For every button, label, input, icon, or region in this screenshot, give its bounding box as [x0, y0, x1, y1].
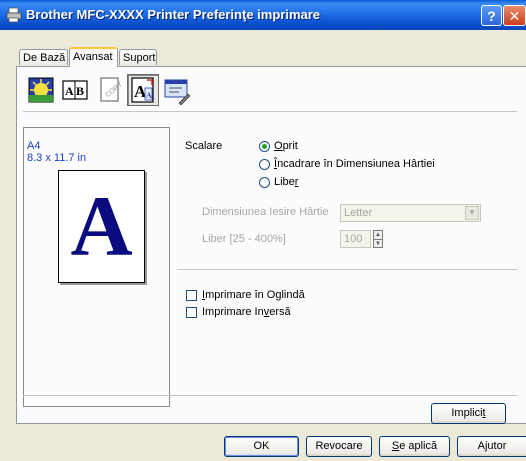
tab-avansat[interactable]: Avansat	[69, 47, 118, 67]
free-scale-input[interactable]: 100	[340, 230, 371, 248]
toolbar-divider	[23, 111, 517, 112]
spin-down-icon[interactable]: ▼	[374, 240, 382, 248]
radio-liber-label[interactable]: Liber	[274, 176, 298, 188]
reverse-print-label[interactable]: Imprimare Inversă	[202, 306, 291, 318]
implicit-button[interactable]: Implicit	[431, 403, 506, 424]
free-scale-label: Liber [25 - 400%]	[202, 233, 286, 245]
radio-liber[interactable]	[259, 177, 270, 188]
apply-button[interactable]: Se aplică	[379, 436, 450, 457]
mirror-print-checkbox[interactable]	[186, 290, 197, 301]
printer-app-icon	[6, 7, 22, 23]
mirror-print-label[interactable]: Imprimare în Oglindă	[202, 289, 305, 301]
spin-up-icon[interactable]: ▲	[374, 231, 382, 240]
sample-letter: A	[70, 178, 133, 274]
radio-oprit[interactable]	[259, 141, 270, 152]
free-scale-value: 100	[344, 233, 363, 245]
duplex-button[interactable]: A B	[59, 74, 91, 106]
color-quality-icon	[28, 77, 54, 103]
radio-fit-to-paper-label[interactable]: Încadrare în Dimensiunea Hârtiei	[274, 158, 435, 170]
other-settings-icon	[164, 79, 191, 106]
window-title: Brother MFC-XXXX Printer Preferinţe impr…	[26, 7, 321, 22]
paper-size-label: A4 8.3 x 11.7 in	[27, 140, 86, 164]
duplex-ab-icon: A B	[62, 80, 88, 100]
tab-panel-avansat: A B COPY A A A4 8.3 x 11.7 in A Scalare …	[16, 66, 526, 424]
output-paper-value: Letter	[344, 207, 373, 219]
title-bar: Brother MFC-XXXX Printer Preferinţe impr…	[0, 0, 526, 30]
bottom-divider	[23, 395, 517, 396]
free-scale-spinner[interactable]: ▲ ▼	[373, 230, 383, 248]
help-button[interactable]: Ajutor	[457, 436, 526, 457]
reverse-print-checkbox[interactable]	[186, 307, 197, 318]
page-scaling-button[interactable]: A A	[127, 74, 159, 106]
close-button[interactable]: ✕	[503, 5, 526, 26]
paper-dimensions: 8.3 x 11.7 in	[27, 152, 87, 164]
tab-suport[interactable]: Suport	[119, 49, 157, 65]
paper-name: A4	[27, 140, 41, 152]
color-quality-button[interactable]	[25, 74, 57, 106]
help-title-button[interactable]: ?	[481, 5, 502, 26]
watermark-button[interactable]: COPY	[93, 74, 125, 106]
tab-de-baza[interactable]: De Bază	[19, 49, 68, 65]
output-paper-label: Dimensiunea Iesire Hârtie	[202, 206, 329, 218]
radio-oprit-label[interactable]: Oprit	[274, 140, 298, 152]
radio-fit-to-paper[interactable]	[259, 159, 270, 170]
svg-text:A: A	[146, 91, 152, 100]
paper-thumbnail: A	[58, 170, 145, 283]
scaling-label: Scalare	[185, 140, 223, 152]
output-paper-select[interactable]: Letter ▼	[340, 204, 481, 222]
other-settings-button[interactable]	[161, 74, 193, 106]
cancel-button[interactable]: Revocare	[306, 436, 372, 457]
watermark-copy-icon: COPY	[100, 77, 124, 102]
ok-button[interactable]: OK	[224, 436, 299, 457]
page-preview: A4 8.3 x 11.7 in A	[23, 127, 170, 407]
chevron-down-icon[interactable]: ▼	[465, 206, 479, 220]
page-scaling-icon: A A	[131, 77, 154, 103]
section-divider	[177, 269, 517, 270]
svg-text:A: A	[65, 84, 74, 98]
svg-text:B: B	[76, 84, 84, 98]
